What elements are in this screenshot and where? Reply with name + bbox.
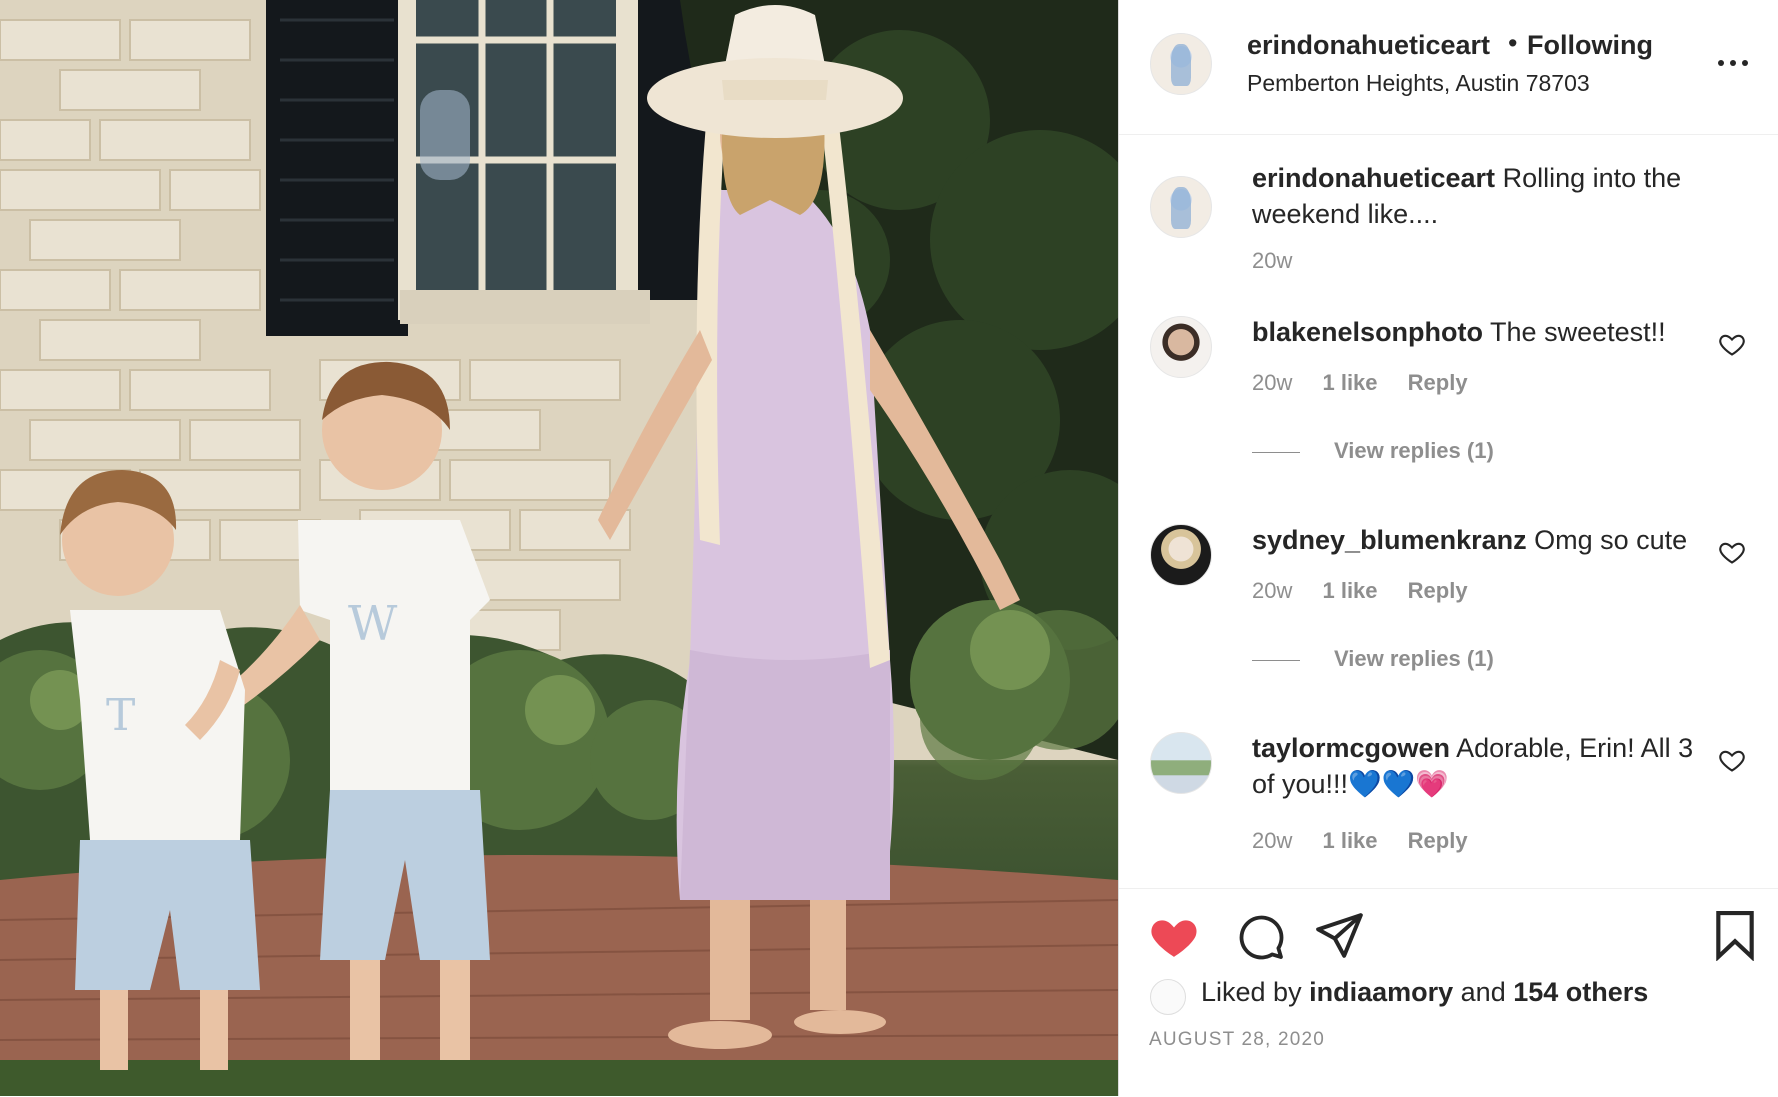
avatar[interactable] [1150, 33, 1212, 95]
comment-username[interactable]: blakenelsonphoto [1252, 317, 1483, 347]
svg-text:T: T [106, 690, 135, 741]
like-comment-heart-icon[interactable] [1718, 746, 1746, 774]
comment-body: The sweetest!! [1490, 317, 1666, 347]
caption-time[interactable]: 20w [1252, 248, 1292, 273]
post-actions-section: Liked by indiaamory and 154 others AUGUS… [1119, 888, 1778, 1097]
follow-separator: • [1508, 28, 1518, 58]
comment-username[interactable]: taylormcgowen [1252, 733, 1450, 763]
liked-by-user[interactable]: indiaamory [1309, 977, 1453, 1007]
caption-text: erindonahueticeart Rolling into the week… [1252, 160, 1722, 232]
caption-meta: 20w [1252, 246, 1316, 276]
comment-meta: 20w 1 like Reply [1252, 576, 1492, 606]
comment-likes[interactable]: 1 like [1322, 370, 1377, 395]
comment-likes[interactable]: 1 like [1322, 828, 1377, 853]
comment-time[interactable]: 20w [1252, 370, 1292, 395]
heart-filled-icon[interactable] [1149, 913, 1199, 959]
liked-by-others[interactable]: 154 others [1513, 977, 1648, 1007]
view-replies-button[interactable]: View replies (1) [1252, 436, 1494, 466]
liker-avatar[interactable] [1150, 979, 1186, 1015]
share-icon[interactable] [1315, 913, 1365, 959]
svg-text:W: W [348, 596, 398, 652]
reply-button[interactable]: Reply [1408, 578, 1468, 603]
liked-by-prefix: Liked by [1201, 977, 1302, 1007]
reply-button[interactable]: Reply [1408, 828, 1468, 853]
comments-list[interactable]: erindonahueticeart Rolling into the week… [1119, 134, 1778, 888]
instagram-post: W T erindonahueticeart • Following Pembe… [0, 0, 1778, 1096]
like-comment-heart-icon[interactable] [1718, 330, 1746, 358]
bookmark-icon[interactable] [1713, 911, 1757, 961]
location-link[interactable]: Pemberton Heights, Austin 78703 [1247, 68, 1590, 98]
caption-username[interactable]: erindonahueticeart [1252, 163, 1495, 193]
comment-meta: 20w 1 like Reply [1252, 368, 1492, 398]
like-comment-heart-icon[interactable] [1718, 538, 1746, 566]
avatar[interactable] [1150, 732, 1212, 794]
comment-text: sydney_blumenkranz Omg so cute [1252, 522, 1722, 558]
avatar[interactable] [1150, 176, 1212, 238]
liked-by-text: Liked by indiaamory and 154 others [1201, 975, 1648, 1009]
avatar[interactable] [1150, 524, 1212, 586]
comment-time[interactable]: 20w [1252, 578, 1292, 603]
comment-username[interactable]: sydney_blumenkranz [1252, 525, 1527, 555]
post-photo[interactable]: W T [0, 0, 1118, 1096]
comment-meta: 20w 1 like Reply [1252, 826, 1492, 856]
following-button[interactable]: Following [1527, 28, 1653, 62]
photo-illustration: W T [0, 0, 1118, 1096]
reply-button[interactable]: Reply [1408, 370, 1468, 395]
post-date[interactable]: AUGUST 28, 2020 [1149, 1027, 1325, 1053]
comment-icon[interactable] [1237, 913, 1285, 961]
comment-time[interactable]: 20w [1252, 828, 1292, 853]
author-username[interactable]: erindonahueticeart [1247, 28, 1490, 62]
comment-text: taylormcgowen Adorable, Erin! All 3 of y… [1252, 730, 1722, 802]
comment-body: Omg so cute [1534, 525, 1688, 555]
comment-text: blakenelsonphoto The sweetest!! [1252, 314, 1722, 350]
post-side-panel: erindonahueticeart • Following Pemberton… [1118, 0, 1778, 1096]
post-header: erindonahueticeart • Following Pemberton… [1119, 0, 1778, 135]
liked-by-connector: and [1460, 977, 1506, 1007]
more-options-icon[interactable] [1714, 48, 1754, 78]
view-replies-button[interactable]: View replies (1) [1252, 644, 1494, 674]
comment-likes[interactable]: 1 like [1322, 578, 1377, 603]
avatar[interactable] [1150, 316, 1212, 378]
